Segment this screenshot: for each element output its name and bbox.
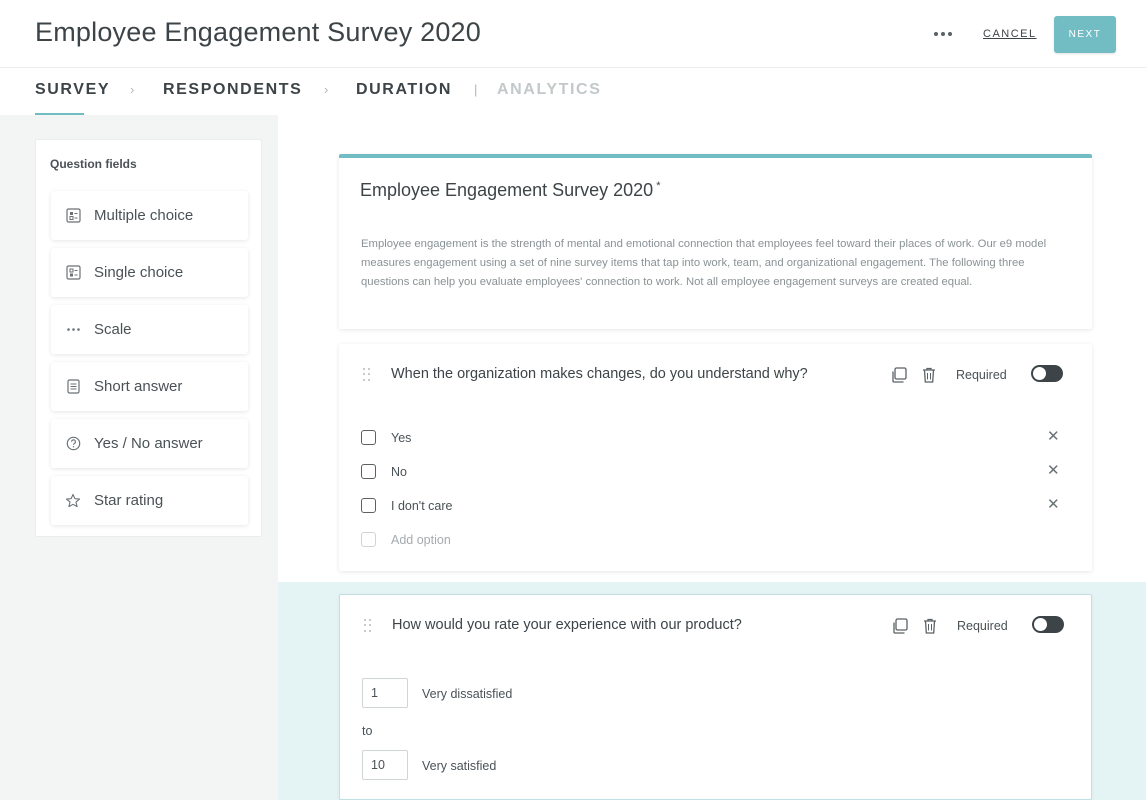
required-label: Required bbox=[957, 619, 1008, 633]
required-label: Required bbox=[956, 368, 1007, 382]
close-icon[interactable]: ✕ bbox=[1047, 495, 1060, 513]
survey-header-card[interactable]: Employee Engagement Survey 2020 * Employe… bbox=[339, 154, 1092, 329]
trash-icon[interactable] bbox=[922, 617, 938, 635]
drag-handle-icon[interactable] bbox=[363, 368, 371, 382]
question-text[interactable]: When the organization makes changes, do … bbox=[391, 366, 808, 382]
scale-to-label: to bbox=[362, 724, 373, 738]
chevron-right-icon: › bbox=[130, 82, 135, 97]
question-card[interactable]: When the organization makes changes, do … bbox=[339, 344, 1092, 571]
field-label: Multiple choice bbox=[94, 207, 194, 224]
short-answer-icon bbox=[64, 378, 82, 396]
close-icon[interactable]: ✕ bbox=[1047, 427, 1060, 445]
duplicate-icon[interactable] bbox=[891, 617, 909, 635]
scale-max-input[interactable]: 10 bbox=[362, 750, 408, 780]
multiple-choice-icon bbox=[64, 207, 82, 225]
active-tab-indicator bbox=[35, 113, 84, 115]
required-toggle[interactable] bbox=[1032, 616, 1064, 633]
field-label: Single choice bbox=[94, 264, 184, 281]
app-header: Employee Engagement Survey 2020 CANCEL N… bbox=[0, 0, 1146, 68]
question-text[interactable]: How would you rate your experience with … bbox=[392, 617, 742, 633]
field-label: Short answer bbox=[94, 378, 183, 395]
option-checkbox[interactable] bbox=[361, 498, 376, 513]
survey-title[interactable]: Employee Engagement Survey 2020 * bbox=[360, 180, 660, 201]
trash-icon[interactable] bbox=[921, 366, 937, 384]
option-checkbox[interactable] bbox=[361, 430, 376, 445]
more-dots-icon[interactable] bbox=[934, 28, 956, 40]
next-button[interactable]: NEXT bbox=[1054, 16, 1116, 53]
field-short-answer[interactable]: Short answer bbox=[51, 362, 248, 411]
field-multiple-choice[interactable]: Multiple choice bbox=[51, 191, 248, 240]
chevron-right-icon: › bbox=[324, 82, 329, 97]
question-circle-icon bbox=[64, 435, 82, 453]
scale-min-input[interactable]: 1 bbox=[362, 678, 408, 708]
option-checkbox bbox=[361, 532, 376, 547]
survey-title-text: Employee Engagement Survey 2020 bbox=[360, 180, 654, 200]
tab-divider: | bbox=[474, 82, 478, 97]
single-choice-icon bbox=[64, 264, 82, 282]
sidebar-title: Question fields bbox=[50, 157, 137, 171]
field-star-rating[interactable]: Star rating bbox=[51, 476, 248, 525]
drag-handle-icon[interactable] bbox=[364, 619, 372, 633]
required-marker: * bbox=[656, 180, 661, 192]
tab-analytics: ANALYTICS bbox=[497, 81, 602, 98]
option-checkbox[interactable] bbox=[361, 464, 376, 479]
question-card-active[interactable]: How would you rate your experience with … bbox=[339, 594, 1092, 800]
field-scale[interactable]: Scale bbox=[51, 305, 248, 354]
option-label[interactable]: Yes bbox=[391, 431, 411, 445]
tab-duration[interactable]: DURATION bbox=[356, 81, 452, 99]
option-label[interactable]: No bbox=[391, 465, 407, 479]
tab-survey[interactable]: SURVEY bbox=[35, 81, 110, 99]
wizard-tabs: SURVEY › RESPONDENTS › DURATION | ANALYT… bbox=[0, 68, 1146, 115]
add-option-row[interactable]: Add option bbox=[361, 531, 1071, 551]
add-option-label[interactable]: Add option bbox=[391, 533, 451, 547]
required-toggle[interactable] bbox=[1031, 365, 1063, 382]
scale-min-label[interactable]: Very dissatisfied bbox=[422, 687, 512, 701]
field-yes-no[interactable]: Yes / No answer bbox=[51, 419, 248, 468]
scale-icon bbox=[64, 321, 82, 339]
answer-option: I don't care ✕ bbox=[361, 495, 1071, 517]
scale-max-label[interactable]: Very satisfied bbox=[422, 759, 496, 773]
close-icon[interactable]: ✕ bbox=[1047, 461, 1060, 479]
field-label: Scale bbox=[94, 321, 132, 338]
tab-respondents[interactable]: RESPONDENTS bbox=[163, 81, 302, 99]
cancel-button[interactable]: CANCEL bbox=[983, 28, 1037, 40]
duplicate-icon[interactable] bbox=[890, 366, 908, 384]
field-single-choice[interactable]: Single choice bbox=[51, 248, 248, 297]
question-fields-panel: Question fields Multiple choice Single c… bbox=[35, 139, 262, 537]
field-label: Yes / No answer bbox=[94, 435, 203, 452]
star-icon bbox=[64, 492, 82, 510]
field-label: Star rating bbox=[94, 492, 164, 509]
page-title: Employee Engagement Survey 2020 bbox=[35, 17, 481, 47]
survey-description[interactable]: Employee engagement is the strength of m… bbox=[361, 235, 1061, 292]
option-label[interactable]: I don't care bbox=[391, 499, 452, 513]
answer-option: Yes ✕ bbox=[361, 427, 1071, 449]
answer-option: No ✕ bbox=[361, 461, 1071, 483]
